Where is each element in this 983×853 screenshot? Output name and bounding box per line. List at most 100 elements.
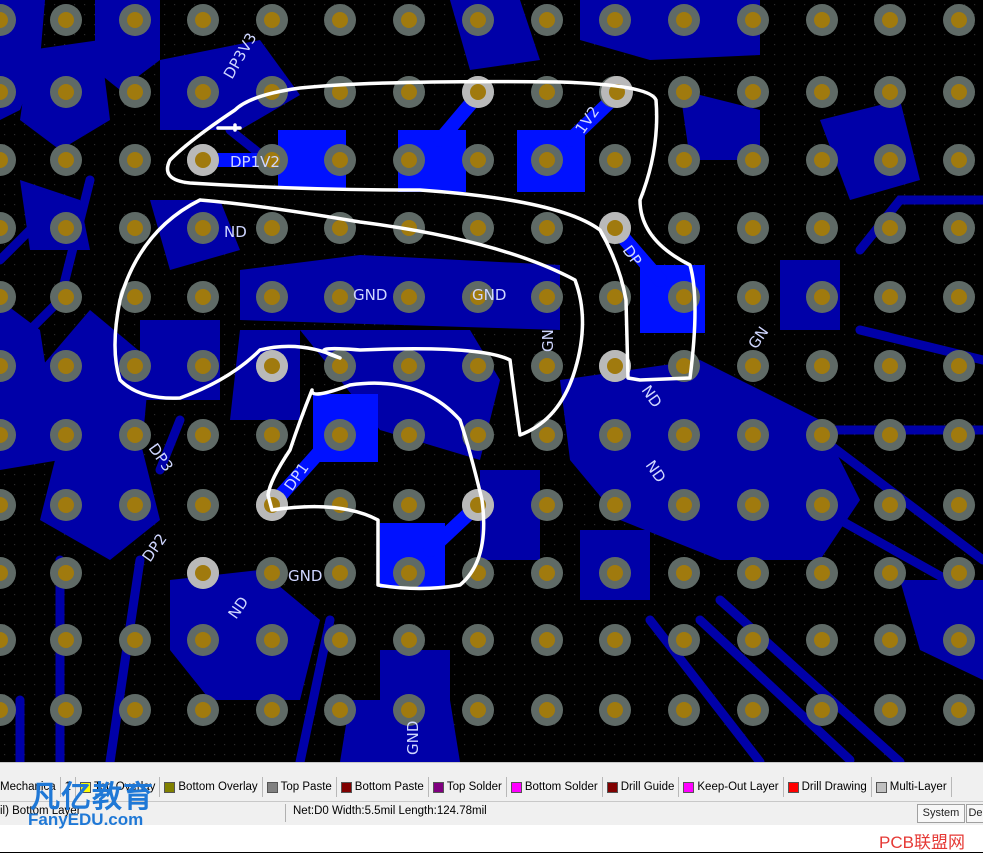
via-hole: [332, 565, 348, 581]
via-hole: [539, 632, 555, 648]
via-hole: [676, 220, 692, 236]
via-hole: [332, 632, 348, 648]
via-hole: [814, 702, 830, 718]
layer-tab[interactable]: Multi-Layer: [872, 777, 952, 797]
watermark-right: PCB联盟网: [879, 833, 965, 852]
via-hole: [58, 84, 74, 100]
via-hole: [814, 497, 830, 513]
via-hole: [676, 427, 692, 443]
layer-tab[interactable]: Top Paste: [263, 777, 337, 797]
via-hole: [58, 565, 74, 581]
via-hole: [676, 632, 692, 648]
via-hole: [470, 84, 486, 100]
layer-color-swatch: [164, 781, 176, 793]
via-hole: [58, 427, 74, 443]
via-hole: [332, 427, 348, 443]
net-info-text: Net:D0 Width:5.5mil Length:124.78mil: [293, 805, 487, 817]
via-hole: [470, 427, 486, 443]
via-hole: [332, 152, 348, 168]
via-hole: [607, 152, 623, 168]
via-hole: [745, 84, 761, 100]
via-hole: [539, 702, 555, 718]
footer-strip: [0, 825, 983, 852]
via-hole: [401, 12, 417, 28]
via-hole: [607, 427, 623, 443]
layer-color-swatch: [683, 781, 695, 793]
via-hole: [951, 632, 967, 648]
via-hole: [745, 152, 761, 168]
via-hole: [882, 152, 898, 168]
via-hole: [127, 632, 143, 648]
layer-tab[interactable]: Bottom Solder: [507, 777, 603, 797]
via-hole: [745, 12, 761, 28]
via-hole: [470, 220, 486, 236]
layer-tab[interactable]: Drill Guide: [603, 777, 680, 797]
via-hole: [470, 358, 486, 374]
via-hole: [676, 12, 692, 28]
via-hole: [676, 565, 692, 581]
pcb-canvas[interactable]: DP3V3 DP1V2 1V2 ND GND GND GN DP GN ND N…: [0, 0, 983, 762]
via-hole: [195, 632, 211, 648]
via-hole: [332, 289, 348, 305]
pcb-board-svg[interactable]: DP3V3 DP1V2 1V2 ND GND GND GN DP GN ND N…: [0, 0, 983, 762]
layer-tab[interactable]: Bottom Overlay: [160, 777, 263, 797]
via-hole: [264, 427, 280, 443]
layer-tab[interactable]: Drill Drawing: [784, 777, 872, 797]
via-hole: [745, 632, 761, 648]
layer-tab[interactable]: Top Solder: [429, 777, 507, 797]
via-hole: [539, 358, 555, 374]
net-label: GND: [353, 286, 387, 304]
via-hole: [745, 220, 761, 236]
via-hole: [127, 427, 143, 443]
via-hole: [264, 702, 280, 718]
via-hole: [195, 12, 211, 28]
via-hole: [127, 12, 143, 28]
via-hole: [745, 565, 761, 581]
via-hole: [882, 565, 898, 581]
via-hole: [951, 220, 967, 236]
via-hole: [814, 358, 830, 374]
via-hole: [401, 152, 417, 168]
layer-tab[interactable]: Keep-Out Layer: [679, 777, 784, 797]
via-hole: [195, 497, 211, 513]
via-hole: [951, 84, 967, 100]
via-hole: [607, 565, 623, 581]
layer-tab-label: Drill Drawing: [801, 781, 867, 793]
via-hole: [814, 84, 830, 100]
layer-color-swatch: [510, 781, 522, 793]
via-hole: [332, 220, 348, 236]
net-label: ND: [224, 223, 247, 241]
via-hole: [745, 702, 761, 718]
design-button[interactable]: De: [966, 804, 983, 823]
via-hole: [745, 289, 761, 305]
via-hole: [58, 220, 74, 236]
via-hole: [814, 565, 830, 581]
net-label: GN: [539, 329, 557, 352]
via-hole: [195, 702, 211, 718]
via-hole: [814, 12, 830, 28]
via-hole: [401, 427, 417, 443]
layer-tab[interactable]: Bottom Paste: [337, 777, 429, 797]
net-label: DP1V2: [230, 153, 280, 171]
via-hole: [195, 220, 211, 236]
via-hole: [676, 152, 692, 168]
via-hole: [264, 632, 280, 648]
via-hole: [332, 702, 348, 718]
via-hole: [882, 702, 898, 718]
layer-tab-label: Top Paste: [280, 781, 332, 793]
via-hole: [676, 289, 692, 305]
via-hole: [814, 427, 830, 443]
via-hole: [882, 220, 898, 236]
system-button[interactable]: System: [917, 804, 965, 823]
via-hole: [401, 565, 417, 581]
via-hole: [401, 84, 417, 100]
via-hole: [127, 289, 143, 305]
via-hole: [127, 84, 143, 100]
via-hole: [195, 358, 211, 374]
net-label: GND: [288, 567, 322, 585]
via-hole: [814, 220, 830, 236]
via-hole: [951, 152, 967, 168]
via-hole: [676, 84, 692, 100]
via-hole: [195, 565, 211, 581]
via-hole: [951, 289, 967, 305]
